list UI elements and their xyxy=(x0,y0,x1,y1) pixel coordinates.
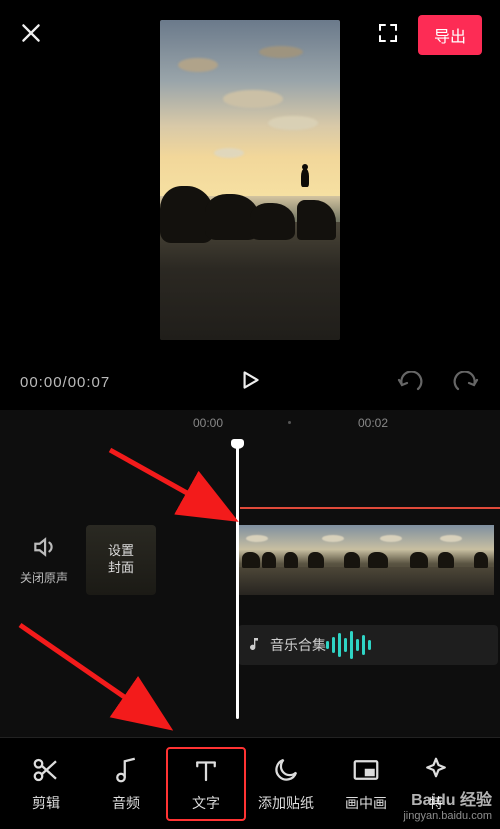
tool-label: 特 xyxy=(429,793,443,813)
time-ruler[interactable]: 00:00 00:02 xyxy=(0,410,500,440)
tool-pip[interactable]: 画中画 xyxy=(326,747,406,821)
ruler-tick-label: 00:02 xyxy=(358,416,388,430)
undo-button[interactable] xyxy=(396,371,424,393)
video-preview[interactable] xyxy=(160,20,340,340)
clip-thumb[interactable] xyxy=(238,525,302,595)
picture-in-picture-icon xyxy=(351,755,381,785)
tool-audio[interactable]: 音频 xyxy=(86,747,166,821)
mute-label: 关闭原声 xyxy=(20,569,68,586)
cover-label: 设置 封面 xyxy=(108,543,134,577)
clip-thumb[interactable] xyxy=(366,525,430,595)
tool-label: 画中画 xyxy=(345,793,387,813)
play-button[interactable] xyxy=(237,367,263,398)
music-note-icon xyxy=(246,636,262,655)
timeline[interactable]: 00:00 00:02 关闭原声 设置 封面 + xyxy=(0,410,500,739)
ruler-tick-label: 00:00 xyxy=(193,416,223,430)
playhead[interactable] xyxy=(236,445,239,719)
ruler-tick xyxy=(288,421,291,424)
tool-text[interactable]: 文字 xyxy=(166,747,246,821)
clip-thumbnails[interactable] xyxy=(238,525,494,595)
clip-thumb[interactable] xyxy=(430,525,494,595)
moon-icon xyxy=(271,755,301,785)
tool-label: 文字 xyxy=(192,793,220,813)
tool-label: 添加贴纸 xyxy=(258,793,314,813)
tool-label: 剪辑 xyxy=(32,793,60,813)
transport-bar: 00:00/00:07 xyxy=(0,355,500,409)
audio-waveform-icon xyxy=(326,625,386,665)
preview-scene xyxy=(160,20,340,340)
timecode: 00:00/00:07 xyxy=(20,374,110,391)
mute-original-audio-button[interactable]: 关闭原声 xyxy=(20,534,68,586)
redo-button[interactable] xyxy=(452,371,480,393)
bottom-toolbar: 剪辑 音频 文字 添加贴纸 xyxy=(0,737,500,829)
video-track[interactable]: + xyxy=(238,525,494,595)
tool-effects[interactable]: 特 xyxy=(406,747,466,821)
tool-edit[interactable]: 剪辑 xyxy=(6,747,86,821)
audio-track-label: 音乐合集 xyxy=(270,635,326,655)
speaker-icon xyxy=(31,534,57,563)
preview-area xyxy=(0,20,500,350)
clip-thumb[interactable] xyxy=(302,525,366,595)
scissors-icon xyxy=(31,755,61,785)
video-track-indicator xyxy=(240,507,500,509)
music-note-icon xyxy=(111,755,141,785)
set-cover-button[interactable]: 设置 封面 xyxy=(86,525,156,595)
tool-label: 音频 xyxy=(112,793,140,813)
text-icon xyxy=(191,755,221,785)
tool-sticker[interactable]: 添加贴纸 xyxy=(246,747,326,821)
audio-track[interactable]: 音乐合集 xyxy=(238,625,498,665)
sparkle-icon xyxy=(421,755,451,785)
